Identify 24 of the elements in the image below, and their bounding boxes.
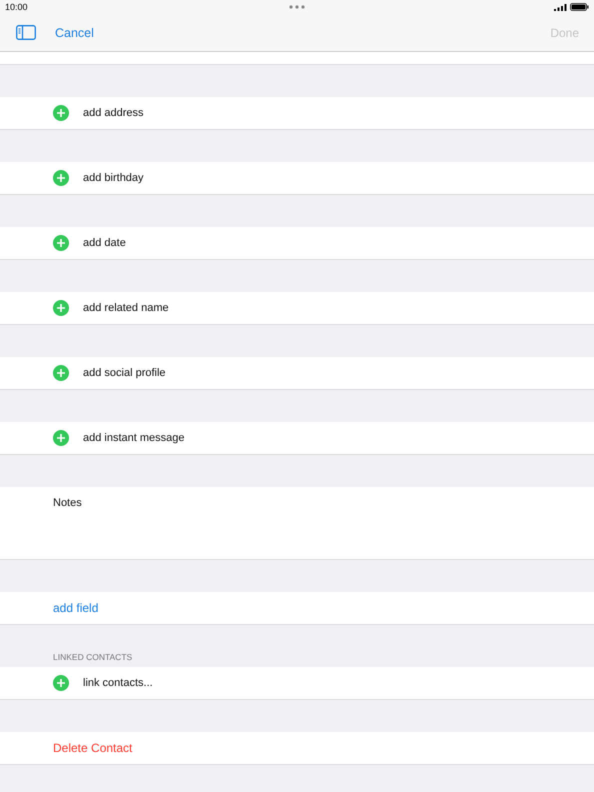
add-icon[interactable] xyxy=(53,300,69,316)
add-icon[interactable] xyxy=(53,675,69,691)
add-field-label[interactable]: add birthday xyxy=(83,172,144,184)
add-field-label[interactable]: add date xyxy=(83,237,126,249)
signal-icon xyxy=(554,4,567,10)
multitasking-dots-icon xyxy=(289,5,305,9)
cancel-button[interactable]: Cancel xyxy=(55,26,94,40)
add-field-label[interactable]: add related name xyxy=(83,302,169,314)
status-time: 10:00 xyxy=(5,2,28,12)
add-field-label[interactable]: add instant message xyxy=(83,432,185,444)
add-field-link[interactable]: add field xyxy=(53,601,98,615)
delete-contact-button[interactable]: Delete Contact xyxy=(53,741,132,755)
add-icon[interactable] xyxy=(53,430,69,446)
notes-field[interactable]: Notes xyxy=(53,497,82,509)
add-field-label[interactable]: add social profile xyxy=(83,367,166,379)
add-icon[interactable] xyxy=(53,105,69,121)
add-icon[interactable] xyxy=(53,235,69,251)
add-field-label[interactable]: add address xyxy=(83,107,144,119)
add-icon[interactable] xyxy=(53,170,69,186)
section-header: LINKED CONTACTS xyxy=(53,652,132,662)
add-icon[interactable] xyxy=(53,365,69,381)
add-field-label[interactable]: link contacts... xyxy=(83,677,153,689)
battery-icon xyxy=(570,3,589,11)
sidebar-icon[interactable] xyxy=(16,25,36,40)
